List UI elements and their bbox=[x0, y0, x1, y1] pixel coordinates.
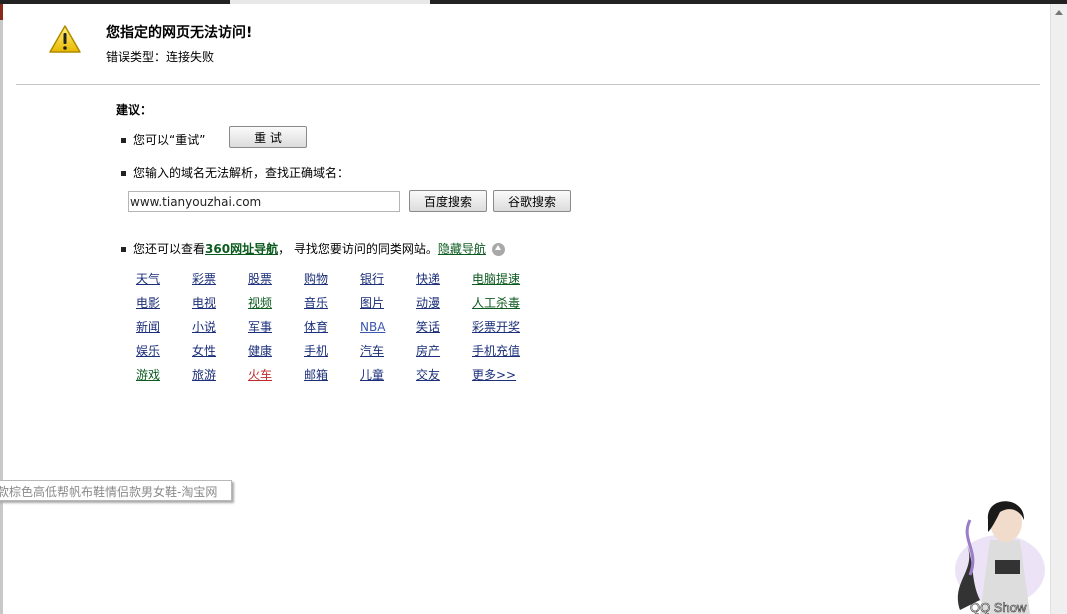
nav-link-grid: 天气 彩票 股票 购物 银行 快递 电脑提速 电影 电视 视频 音乐 图片 动漫 人工杀毒 新闻 小说 军事 体育… bbox=[136, 270, 528, 390]
qq-show-label: QQ Show bbox=[970, 600, 1027, 614]
hide-nav-link[interactable]: 隐藏导航 bbox=[438, 242, 486, 256]
nav-link[interactable]: 购物 bbox=[304, 270, 360, 287]
nav-link[interactable]: 火车 bbox=[248, 366, 304, 383]
nav-link[interactable]: 更多>> bbox=[472, 366, 528, 383]
nav-link[interactable]: 儿童 bbox=[360, 366, 416, 383]
error-title: 您指定的网页无法访问! bbox=[106, 25, 253, 41]
nav-link[interactable]: 音乐 bbox=[304, 294, 360, 311]
nav-link[interactable]: 健康 bbox=[248, 342, 304, 359]
qq-show-widget[interactable]: QQ Show bbox=[940, 490, 1050, 614]
nav-link[interactable]: 手机充值 bbox=[472, 342, 528, 359]
nav-link[interactable]: 彩票开奖 bbox=[472, 318, 528, 335]
nav-link[interactable]: 汽车 bbox=[360, 342, 416, 359]
divider bbox=[16, 84, 1040, 85]
nav-link[interactable]: 视频 bbox=[248, 294, 304, 311]
window-left-edge bbox=[0, 4, 3, 614]
domain-text: 您输入的域名无法解析，查找正确域名： bbox=[133, 166, 350, 180]
active-tab-strip[interactable] bbox=[230, 0, 430, 4]
nav-link-row: 电影 电视 视频 音乐 图片 动漫 人工杀毒 bbox=[136, 294, 528, 318]
nav-link[interactable]: NBA bbox=[360, 320, 416, 334]
google-search-button[interactable]: 谷歌搜索 bbox=[493, 190, 571, 212]
collapse-up-icon[interactable] bbox=[491, 243, 505, 256]
error-type: 错误类型：连接失败 bbox=[106, 50, 215, 64]
nav-link[interactable]: 电视 bbox=[192, 294, 248, 311]
nav-link[interactable]: 交友 bbox=[416, 366, 472, 383]
nav-link[interactable]: 邮箱 bbox=[304, 366, 360, 383]
nav-link[interactable]: 彩票 bbox=[192, 270, 248, 287]
nav-link[interactable]: 小说 bbox=[192, 318, 248, 335]
nav-suggestion: 您还可以查看360网址导航， 寻找您要访问的同类网站。隐藏导航 bbox=[121, 240, 505, 257]
bullet-icon bbox=[121, 171, 126, 176]
nav-link[interactable]: 女性 bbox=[192, 342, 248, 359]
nav-link-row: 天气 彩票 股票 购物 银行 快递 电脑提速 bbox=[136, 270, 528, 294]
nav-link-row: 新闻 小说 军事 体育 NBA 笑话 彩票开奖 bbox=[136, 318, 528, 342]
nav-link[interactable]: 电影 bbox=[136, 294, 192, 311]
retry-text: 您可以“重试” bbox=[133, 133, 206, 147]
domain-input[interactable] bbox=[128, 191, 400, 212]
nav-link[interactable]: 股票 bbox=[248, 270, 304, 287]
nav-prefix: 您还可以查看 bbox=[133, 242, 206, 256]
nav-link[interactable]: 银行 bbox=[360, 270, 416, 287]
nav-link[interactable]: 游戏 bbox=[136, 366, 192, 383]
domain-suggestion: 您输入的域名无法解析，查找正确域名： bbox=[121, 164, 349, 181]
nav-link[interactable]: 天气 bbox=[136, 270, 192, 287]
nav-suffix: ， 寻找您要访问的同类网站。 bbox=[278, 242, 438, 256]
nav-link[interactable]: 图片 bbox=[360, 294, 416, 311]
bullet-icon bbox=[121, 247, 126, 252]
nav-link[interactable]: 快递 bbox=[416, 270, 472, 287]
tooltip: 款棕色高低帮帆布鞋情侣款男女鞋-淘宝网 bbox=[0, 480, 232, 501]
nav-link-row: 娱乐 女性 健康 手机 汽车 房产 手机充值 bbox=[136, 342, 528, 366]
bullet-icon bbox=[121, 138, 126, 143]
retry-button[interactable]: 重 试 bbox=[229, 126, 307, 148]
warning-icon bbox=[49, 25, 81, 53]
nav-link[interactable]: 军事 bbox=[248, 318, 304, 335]
nav-link[interactable]: 房产 bbox=[416, 342, 472, 359]
suggestions-heading: 建议： bbox=[116, 103, 153, 117]
qq-show-avatar-image: QQ Show bbox=[955, 501, 1045, 614]
nav-link[interactable]: 新闻 bbox=[136, 318, 192, 335]
360-nav-link[interactable]: 360网址导航 bbox=[205, 242, 278, 256]
nav-link[interactable]: 电脑提速 bbox=[472, 270, 528, 287]
vertical-scrollbar[interactable] bbox=[1050, 4, 1067, 614]
nav-link[interactable]: 手机 bbox=[304, 342, 360, 359]
nav-link-row: 游戏 旅游 火车 邮箱 儿童 交友 更多>> bbox=[136, 366, 528, 390]
nav-link[interactable]: 旅游 bbox=[192, 366, 248, 383]
scroll-up-arrow-icon[interactable] bbox=[1055, 10, 1063, 15]
nav-link[interactable]: 动漫 bbox=[416, 294, 472, 311]
nav-link[interactable]: 笑话 bbox=[416, 318, 472, 335]
retry-suggestion: 您可以“重试” bbox=[121, 131, 205, 148]
nav-link[interactable]: 体育 bbox=[304, 318, 360, 335]
nav-link[interactable]: 娱乐 bbox=[136, 342, 192, 359]
nav-link[interactable]: 人工杀毒 bbox=[472, 294, 528, 311]
baidu-search-button[interactable]: 百度搜索 bbox=[409, 190, 487, 212]
browser-top-bar bbox=[0, 0, 1067, 4]
